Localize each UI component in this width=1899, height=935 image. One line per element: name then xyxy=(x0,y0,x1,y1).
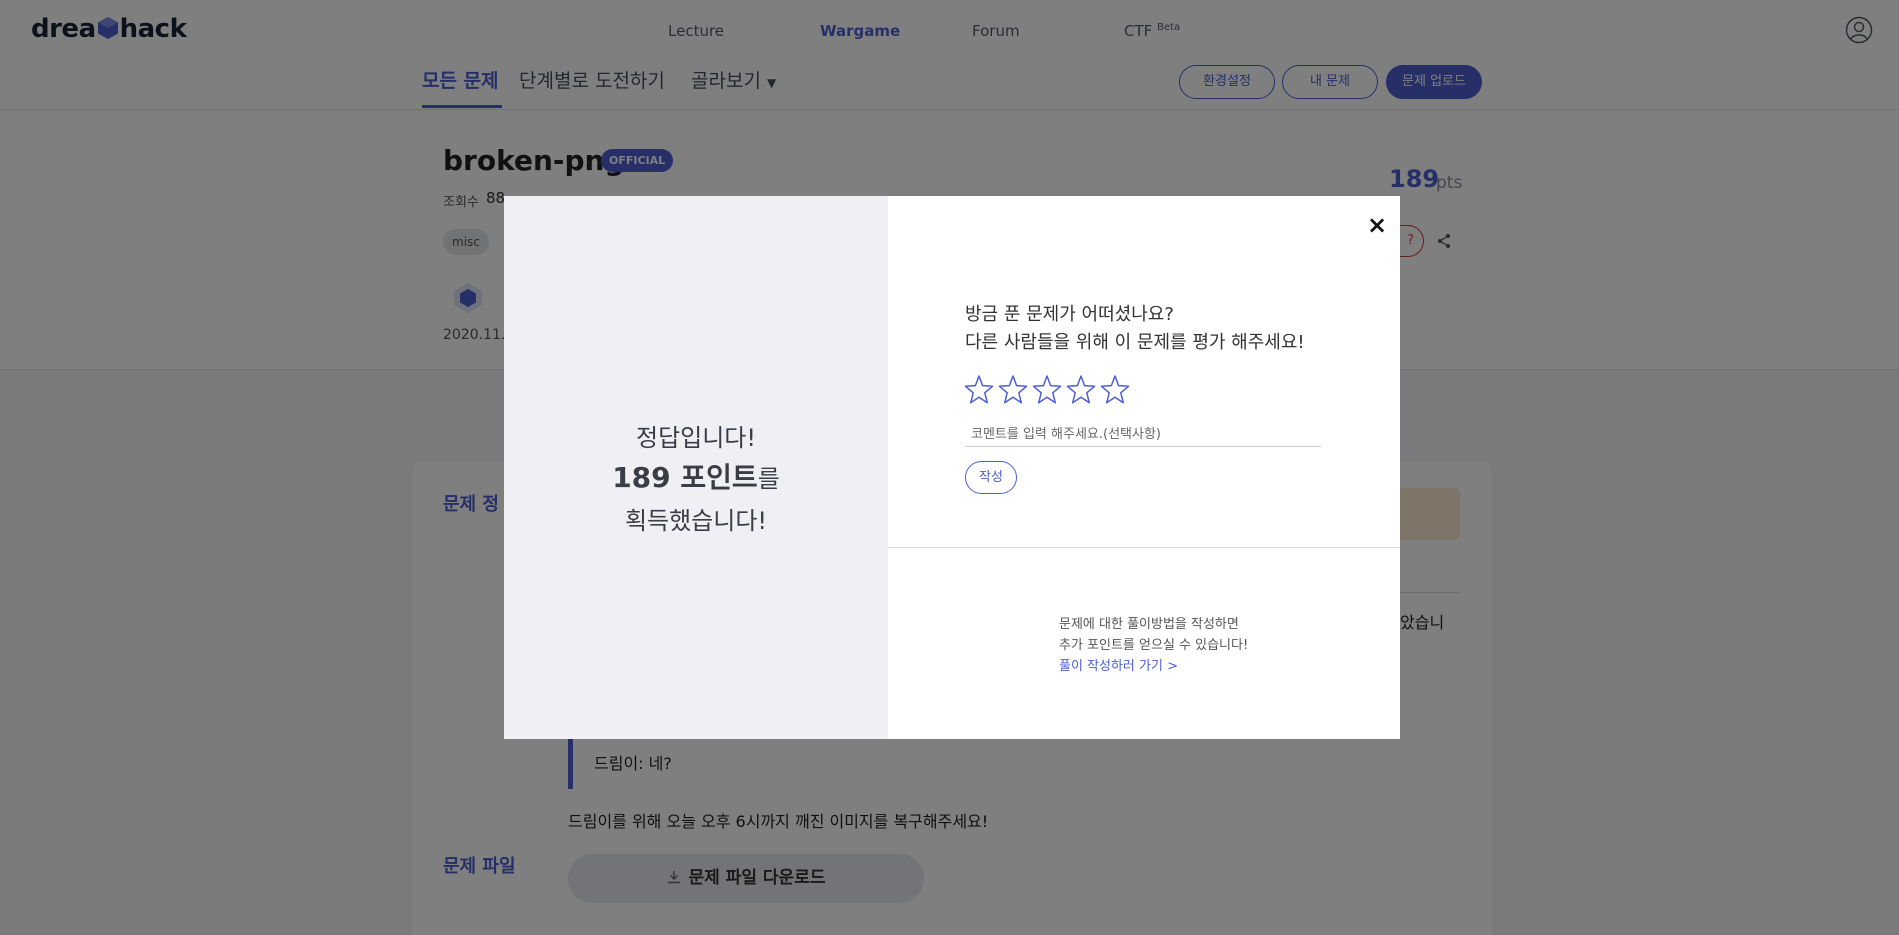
result-correct-text: 정답입니다! xyxy=(635,424,757,452)
submit-rating-button[interactable]: 작성 xyxy=(965,461,1017,494)
result-panel: 정답입니다! 189 포인트를 획득했습니다! xyxy=(504,196,888,739)
star-rating xyxy=(964,374,1130,406)
result-points-value: 189 포인트 xyxy=(612,461,758,494)
star-icon-1[interactable] xyxy=(964,374,994,406)
rating-request: 다른 사람들을 위해 이 문제를 평가 해주세요! xyxy=(965,332,1305,353)
modal-divider xyxy=(888,547,1400,548)
writeup-info-line1: 문제에 대한 풀이방법을 작성하면 xyxy=(1059,617,1239,632)
rating-question: 방금 푼 문제가 어떠셨나요? xyxy=(965,304,1174,325)
star-icon-3[interactable] xyxy=(1032,374,1062,406)
solve-result-modal: 정답입니다! 189 포인트를 획득했습니다! × 방금 푼 문제가 어떠셨나요… xyxy=(504,196,1400,739)
writeup-info-line2: 추가 포인트를 얻으실 수 있습니다! xyxy=(1059,638,1249,653)
write-solution-link[interactable]: 풀이 작성하러 가기 > xyxy=(1059,655,1178,674)
comment-input[interactable] xyxy=(965,422,1321,447)
close-icon[interactable]: × xyxy=(1364,212,1390,238)
result-points-text: 189 포인트를 xyxy=(504,456,888,496)
star-icon-5[interactable] xyxy=(1100,374,1130,406)
result-points-suffix: 를 xyxy=(757,465,780,493)
result-earned-text: 획득했습니다! xyxy=(624,507,768,535)
star-icon-2[interactable] xyxy=(998,374,1028,406)
star-icon-4[interactable] xyxy=(1066,374,1096,406)
